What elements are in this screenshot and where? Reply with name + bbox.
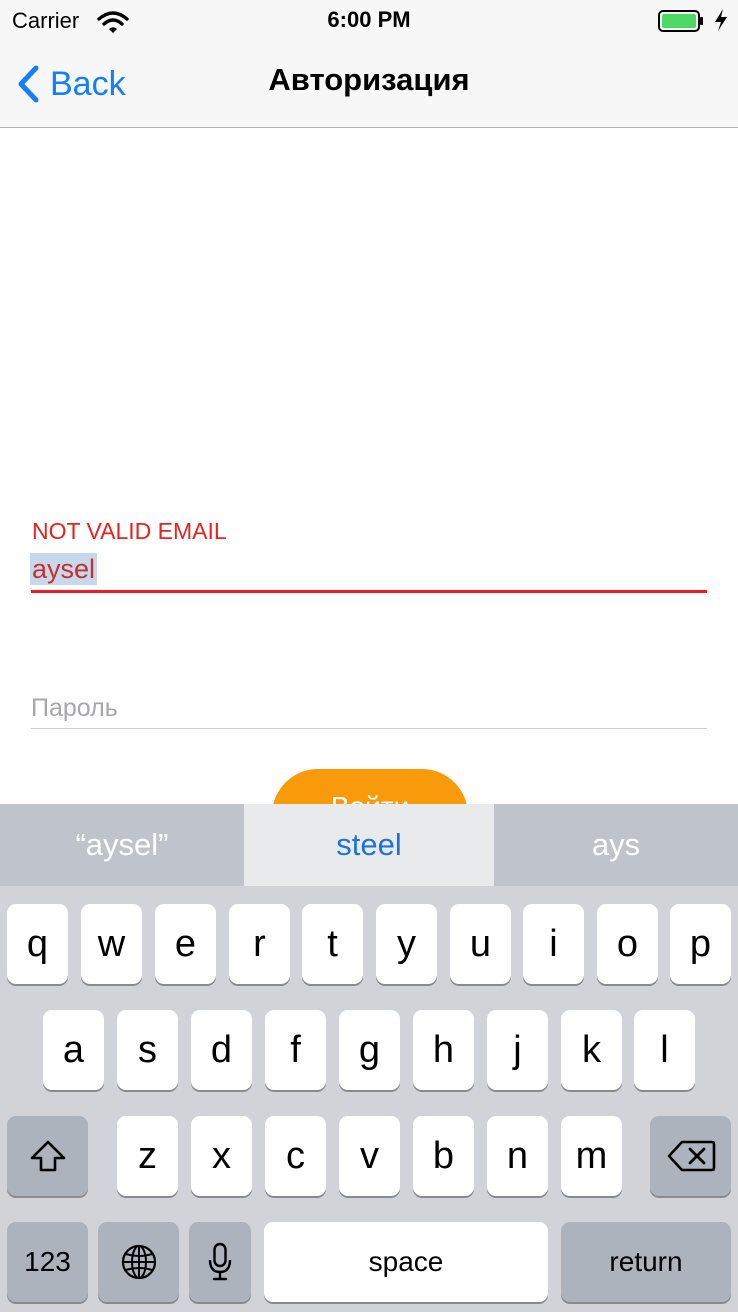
space-key[interactable]: space — [264, 1222, 548, 1302]
key-a[interactable]: a — [43, 1010, 104, 1090]
suggestion-3[interactable]: ays — [494, 804, 738, 886]
key-g[interactable]: g — [339, 1010, 400, 1090]
backspace-key[interactable] — [650, 1116, 731, 1196]
email-error-label: NOT VALID EMAIL — [32, 518, 227, 544]
key-c[interactable]: c — [265, 1116, 326, 1196]
charging-bolt-icon — [715, 9, 727, 31]
keyboard: “aysel” steel ays q w e r t y u i o p a … — [0, 804, 738, 1312]
key-s[interactable]: s — [117, 1010, 178, 1090]
status-bar: Carrier 6:00 PM — [0, 0, 738, 40]
key-m[interactable]: m — [561, 1116, 622, 1196]
key-h[interactable]: h — [413, 1010, 474, 1090]
key-q[interactable]: q — [7, 904, 68, 984]
backspace-icon — [667, 1140, 715, 1172]
screen: Carrier 6:00 PM Back Авторизация NOT VAL… — [0, 0, 738, 1312]
email-field[interactable]: aysel — [30, 553, 98, 585]
key-b[interactable]: b — [413, 1116, 474, 1196]
key-n[interactable]: n — [487, 1116, 548, 1196]
key-e[interactable]: e — [155, 904, 216, 984]
page-title: Авторизация — [268, 62, 470, 97]
suggestion-bar: “aysel” steel ays — [0, 804, 738, 886]
microphone-key[interactable] — [189, 1222, 251, 1302]
numbers-key[interactable]: 123 — [7, 1222, 88, 1302]
password-underline — [31, 728, 707, 729]
key-u[interactable]: u — [450, 904, 511, 984]
shift-key[interactable] — [7, 1116, 88, 1196]
key-f[interactable]: f — [265, 1010, 326, 1090]
key-r[interactable]: r — [229, 904, 290, 984]
key-k[interactable]: k — [561, 1010, 622, 1090]
key-p[interactable]: p — [670, 904, 731, 984]
suggestion-1[interactable]: “aysel” — [0, 804, 244, 886]
microphone-icon — [208, 1242, 232, 1281]
key-o[interactable]: o — [597, 904, 658, 984]
email-underline — [31, 590, 707, 593]
key-z[interactable]: z — [117, 1116, 178, 1196]
key-x[interactable]: x — [191, 1116, 252, 1196]
status-time: 6:00 PM — [327, 7, 411, 32]
battery-icon — [658, 10, 703, 32]
return-key[interactable]: return — [561, 1222, 731, 1302]
password-field[interactable] — [31, 690, 707, 726]
shift-icon — [30, 1140, 65, 1172]
key-j[interactable]: j — [487, 1010, 548, 1090]
navigation-bar: Back Авторизация — [0, 40, 738, 128]
key-t[interactable]: t — [302, 904, 363, 984]
globe-icon — [121, 1244, 156, 1280]
globe-key[interactable] — [98, 1222, 179, 1302]
key-l[interactable]: l — [634, 1010, 695, 1090]
key-i[interactable]: i — [523, 904, 584, 984]
key-y[interactable]: y — [376, 904, 437, 984]
key-v[interactable]: v — [339, 1116, 400, 1196]
suggestion-2[interactable]: steel — [244, 804, 494, 886]
key-w[interactable]: w — [81, 904, 142, 984]
key-d[interactable]: d — [191, 1010, 252, 1090]
